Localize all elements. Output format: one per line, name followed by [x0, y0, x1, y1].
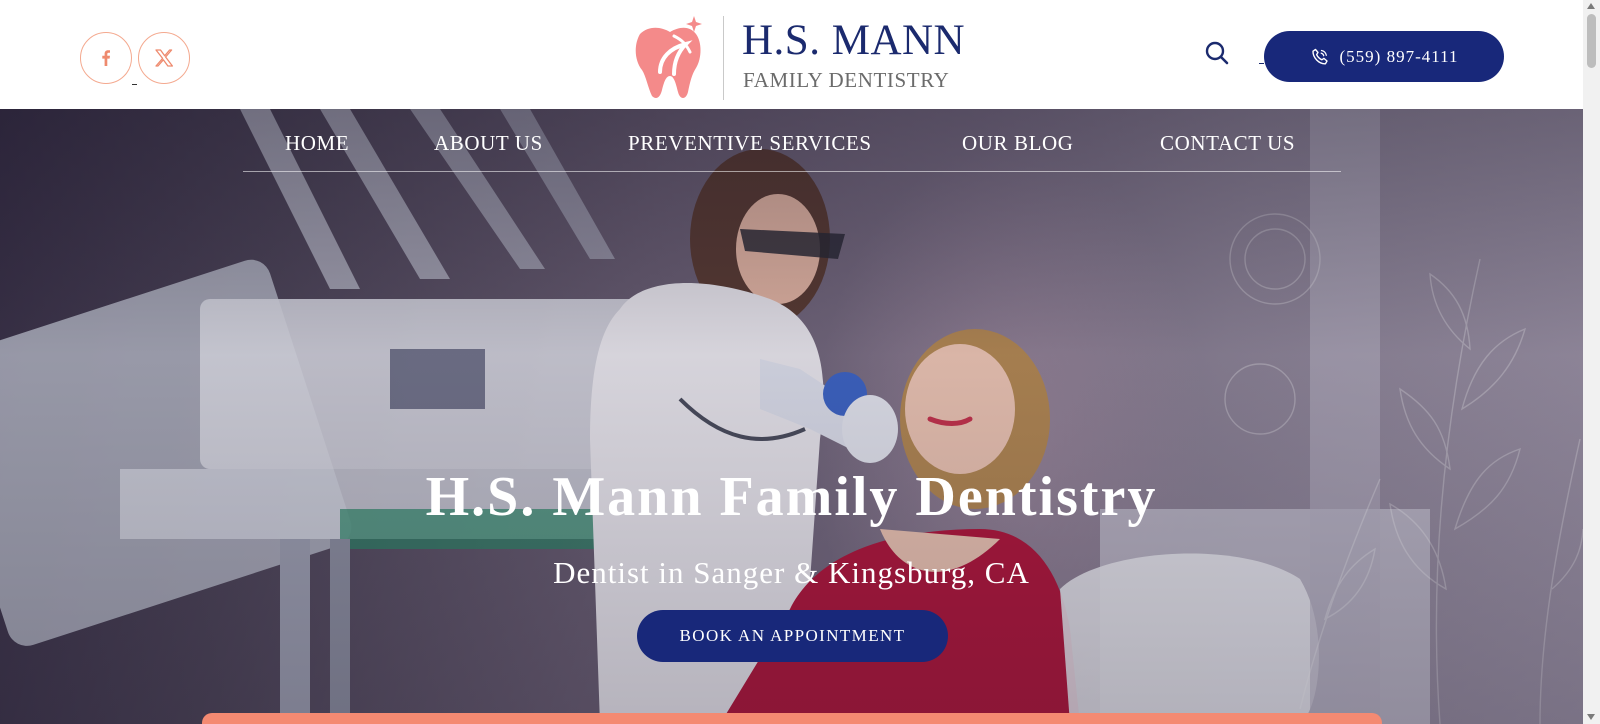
nav-item-home[interactable]: HOME	[285, 131, 349, 156]
site-header: H.S. MANN FAMILY DENTISTRY (559) 897-411…	[0, 0, 1583, 109]
call-phone-button[interactable]: (559) 897-4111	[1264, 31, 1504, 82]
nav-item-preventive-services[interactable]: PREVENTIVE SERVICES	[628, 131, 872, 156]
nav-item-our-blog[interactable]: OUR BLOG	[962, 131, 1074, 156]
phone-underline	[1259, 63, 1264, 64]
nav-item-contact-us[interactable]: CONTACT US	[1160, 131, 1295, 156]
hero-banner: HOME ABOUT US PREVENTIVE SERVICES OUR BL…	[0, 109, 1583, 724]
search-icon	[1205, 41, 1229, 65]
main-nav: HOME ABOUT US PREVENTIVE SERVICES OUR BL…	[243, 109, 1341, 172]
page-scrollbar[interactable]	[1583, 0, 1600, 724]
book-appointment-button[interactable]: BOOK AN APPOINTMENT	[637, 610, 948, 662]
site-logo[interactable]: H.S. MANN FAMILY DENTISTRY	[630, 14, 965, 100]
info-bar-top-edge	[202, 713, 1382, 724]
x-twitter-button[interactable]	[138, 32, 190, 84]
scrollbar-thumb[interactable]	[1587, 14, 1596, 68]
hero-subtitle: Dentist in Sanger & Kingsburg, CA	[553, 555, 1030, 590]
scroll-down-arrow-icon[interactable]	[1587, 714, 1595, 720]
logo-divider	[723, 16, 724, 100]
search-button[interactable]	[1204, 40, 1230, 66]
logo-subtitle: FAMILY DENTISTRY	[743, 68, 950, 92]
facebook-button[interactable]	[80, 32, 132, 84]
hero-title: H.S. Mann Family Dentistry	[425, 466, 1158, 528]
scroll-up-arrow-icon[interactable]	[1587, 3, 1595, 9]
social-underline	[132, 84, 137, 85]
nav-item-about-us[interactable]: ABOUT US	[434, 131, 543, 156]
x-icon	[155, 49, 174, 67]
phone-number: (559) 897-4111	[1339, 46, 1459, 66]
tooth-logo-icon	[635, 16, 702, 98]
logo-name: H.S. MANN	[742, 17, 966, 64]
facebook-icon	[102, 50, 110, 66]
phone-icon	[1311, 48, 1328, 64]
